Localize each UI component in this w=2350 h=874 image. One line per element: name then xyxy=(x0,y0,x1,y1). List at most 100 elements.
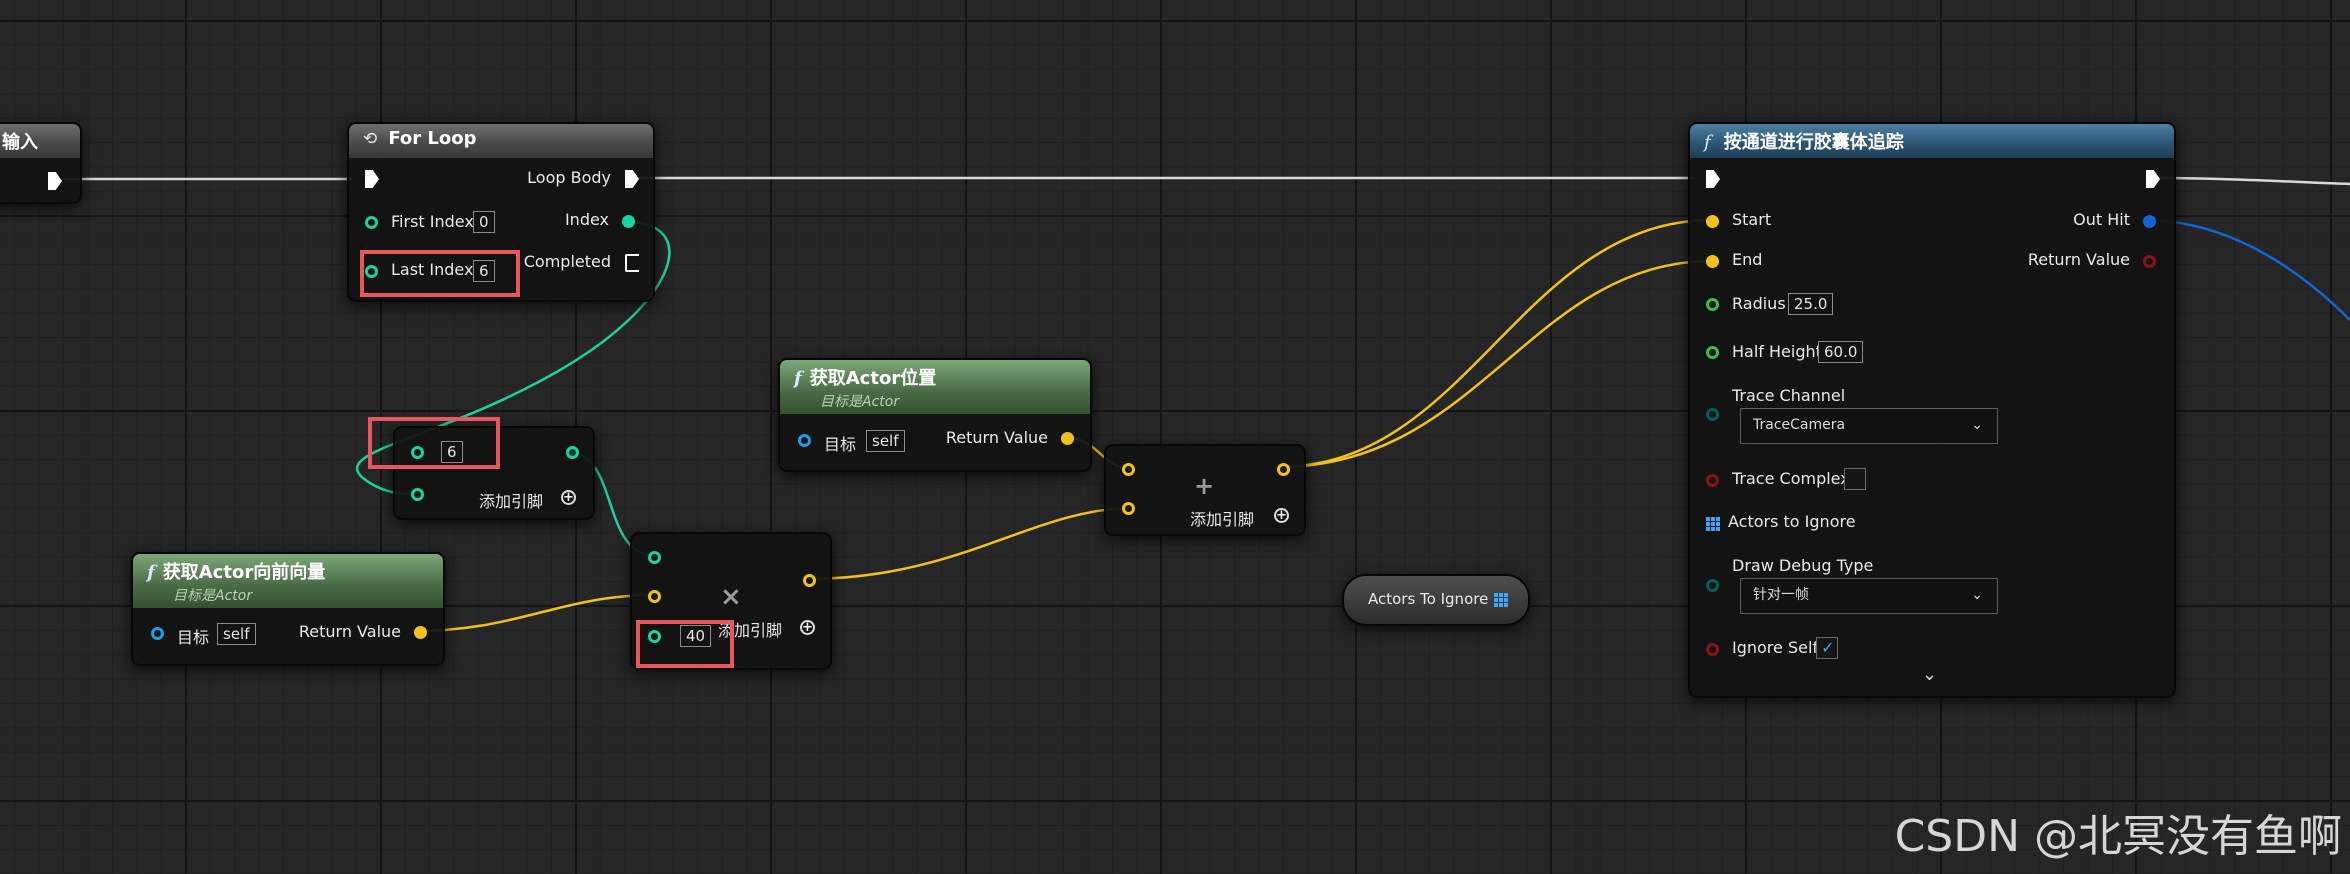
multiply-icon: × xyxy=(720,582,742,612)
half-height-pin[interactable] xyxy=(1706,346,1719,359)
trace-channel-label: Trace Channel xyxy=(1732,386,1846,405)
vector-wire-forward-to-multiply xyxy=(412,593,657,633)
capsule-trace-header: f 按通道进行胶囊体追踪 xyxy=(1690,124,2174,158)
ignore-self-label: Ignore Self xyxy=(1732,638,1819,657)
get-forward-vector-target-label: 目标 xyxy=(177,628,210,647)
watermark: CSDN @北冥没有鱼啊 xyxy=(1894,811,2342,862)
completed-exec-out-pin[interactable] xyxy=(625,254,639,272)
start-pin[interactable] xyxy=(1706,215,1719,228)
add-pin-icon[interactable]: + xyxy=(800,620,815,635)
loop-body-exec-out-pin[interactable] xyxy=(625,170,639,188)
get-actor-location-return-pin[interactable] xyxy=(1061,432,1074,445)
add-vector-out-pin[interactable] xyxy=(1277,463,1290,476)
return-value-pin[interactable] xyxy=(2143,255,2156,268)
get-actor-location-target-pin[interactable] xyxy=(798,434,811,447)
out-hit-label: Out Hit xyxy=(2073,210,2130,229)
index-label: Index xyxy=(564,210,609,229)
get-forward-vector-subtitle: 目标是Actor xyxy=(173,588,253,604)
get-forward-vector-header: f 获取Actor向前向量 目标是Actor xyxy=(133,554,443,608)
for-loop-header: ⟲ For Loop xyxy=(349,124,653,158)
vector-wire-add-to-end xyxy=(1277,259,1714,469)
vector-wire-add-to-start xyxy=(1277,218,1714,469)
get-forward-vector-target-pin[interactable] xyxy=(151,627,164,640)
get-forward-vector-title: 获取Actor向前向量 xyxy=(162,562,326,583)
start-label: Start xyxy=(1732,210,1772,229)
add-vector-node[interactable]: + 添加引脚 + xyxy=(1104,444,1306,536)
multiply-out-pin[interactable] xyxy=(803,574,816,587)
get-actor-location-target-label: 目标 xyxy=(824,435,857,454)
loop-icon: ⟲ xyxy=(363,129,378,149)
input-node[interactable]: 输入 xyxy=(0,122,82,204)
get-forward-vector-target-input[interactable]: self xyxy=(217,623,256,645)
half-height-label: Half Height xyxy=(1732,342,1822,361)
array-pin-icon[interactable] xyxy=(1494,593,1508,607)
completed-label: Completed xyxy=(523,252,611,271)
input-node-title: 输入 xyxy=(2,132,38,153)
input-node-exec-out-pin[interactable] xyxy=(48,172,62,190)
draw-debug-type-dropdown[interactable]: 针对一帧 ⌄ xyxy=(1740,578,1998,614)
get-actor-location-return-label: Return Value xyxy=(945,428,1048,447)
plus-icon: + xyxy=(1194,472,1215,500)
get-actor-location-node[interactable]: f 获取Actor位置 目标是Actor 目标 self Return Value xyxy=(778,358,1092,472)
radius-input[interactable]: 25.0 xyxy=(1788,293,1834,315)
get-actor-location-title: 获取Actor位置 xyxy=(809,368,937,389)
radius-label: Radius xyxy=(1732,294,1786,313)
function-icon: f xyxy=(1704,132,1711,153)
capsule-trace-node[interactable]: f 按通道进行胶囊体追踪 Start Out Hit End Return Va… xyxy=(1688,122,2176,698)
draw-debug-type-label: Draw Debug Type xyxy=(1732,556,1874,575)
get-forward-vector-node[interactable]: f 获取Actor向前向量 目标是Actor 目标 self Return Val… xyxy=(131,552,445,666)
trace-complex-label: Trace Complex xyxy=(1732,469,1850,488)
trace-channel-pin[interactable] xyxy=(1706,408,1719,421)
add-int-out-pin[interactable] xyxy=(566,446,579,459)
checkmark-icon: ✓ xyxy=(1821,638,1835,657)
highlight-last-index xyxy=(360,250,520,297)
end-label: End xyxy=(1732,250,1763,269)
multiply-b-pin[interactable] xyxy=(648,590,661,603)
chevron-down-icon: ⌄ xyxy=(1971,587,1983,603)
draw-debug-type-value: 针对一帧 xyxy=(1753,587,1809,603)
first-index-pin[interactable] xyxy=(365,216,378,229)
expand-chevron-icon[interactable]: ⌄ xyxy=(1922,664,1937,685)
trace-channel-value: TraceCamera xyxy=(1753,417,1846,433)
actors-to-ignore-variable-node[interactable]: Actors To Ignore xyxy=(1342,574,1530,626)
loop-body-label: Loop Body xyxy=(527,168,611,187)
add-pin-icon[interactable]: + xyxy=(561,490,576,505)
capsule-trace-exec-out-pin[interactable] xyxy=(2146,170,2160,188)
draw-debug-type-pin[interactable] xyxy=(1706,579,1719,592)
trace-channel-dropdown[interactable]: TraceCamera ⌄ xyxy=(1740,408,1998,444)
get-forward-vector-return-label: Return Value xyxy=(298,622,401,641)
half-height-input[interactable]: 60.0 xyxy=(1818,341,1864,363)
ignore-self-pin[interactable] xyxy=(1706,643,1719,656)
add-pin-icon[interactable]: + xyxy=(1274,508,1289,523)
get-actor-location-header: f 获取Actor位置 目标是Actor xyxy=(780,360,1090,414)
end-pin[interactable] xyxy=(1706,255,1719,268)
radius-pin[interactable] xyxy=(1706,298,1719,311)
actors-to-ignore-array-pin-icon[interactable] xyxy=(1706,517,1720,531)
highlight-multiply-value xyxy=(636,620,734,668)
exec-wire-trace-out xyxy=(2157,176,2350,186)
add-vector-a-pin[interactable] xyxy=(1122,463,1135,476)
add-vector-b-pin[interactable] xyxy=(1122,502,1135,515)
chevron-down-icon: ⌄ xyxy=(1971,417,1983,433)
ignore-self-checkbox[interactable]: ✓ xyxy=(1816,637,1838,659)
trace-complex-pin[interactable] xyxy=(1706,474,1719,487)
index-out-pin[interactable] xyxy=(622,215,635,228)
add-int-b-pin[interactable] xyxy=(411,488,424,501)
first-index-input[interactable]: 0 xyxy=(473,211,495,233)
first-index-label: First Index xyxy=(391,212,474,231)
multiply-a-pin[interactable] xyxy=(648,551,661,564)
for-loop-exec-in-pin[interactable] xyxy=(365,170,379,188)
vector-wire-multiply-to-add xyxy=(804,506,1131,581)
get-actor-location-target-input[interactable]: self xyxy=(866,430,905,452)
get-forward-vector-return-pin[interactable] xyxy=(414,626,427,639)
add-int-add-pin-label: 添加引脚 xyxy=(479,492,544,511)
highlight-add-value xyxy=(368,417,500,469)
function-icon: f xyxy=(147,562,155,583)
capsule-trace-exec-in-pin[interactable] xyxy=(1706,170,1720,188)
trace-complex-checkbox[interactable] xyxy=(1844,468,1866,490)
capsule-trace-title: 按通道进行胶囊体追踪 xyxy=(1723,132,1904,153)
add-vector-add-pin-label: 添加引脚 xyxy=(1190,510,1255,529)
out-hit-pin[interactable] xyxy=(2143,215,2156,228)
return-value-label: Return Value xyxy=(2027,250,2130,269)
get-actor-location-subtitle: 目标是Actor xyxy=(820,394,900,410)
